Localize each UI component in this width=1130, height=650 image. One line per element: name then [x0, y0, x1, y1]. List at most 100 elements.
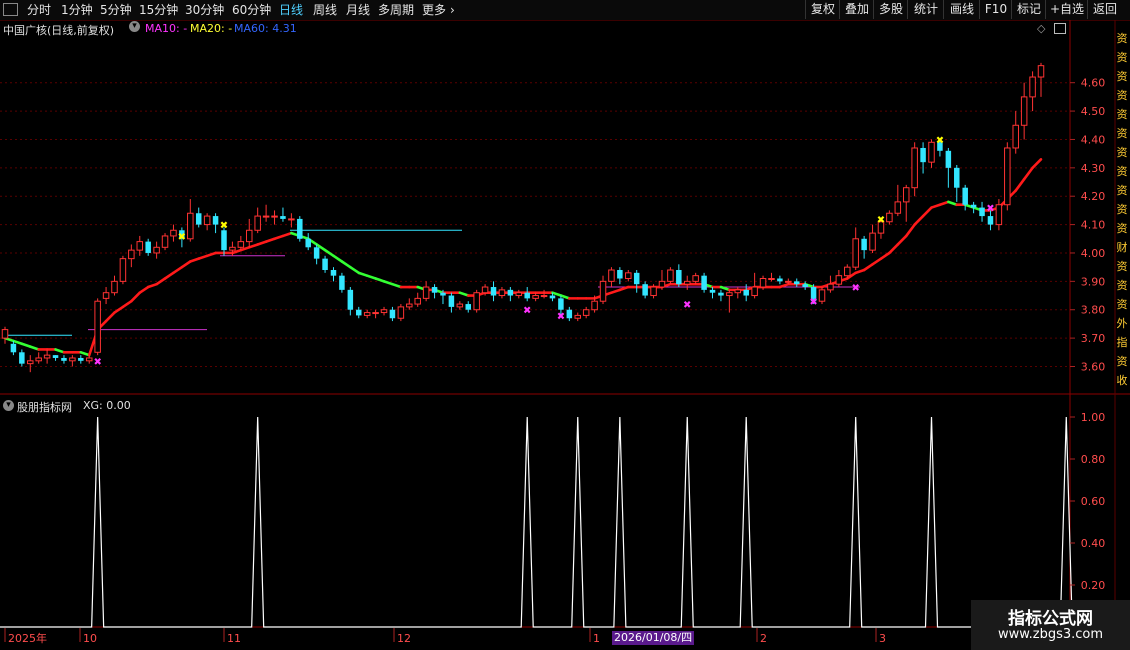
- ma-segment: [913, 214, 925, 226]
- panel-icon[interactable]: [3, 3, 18, 16]
- candle-body-down: [566, 309, 573, 319]
- period-tab-60min[interactable]: 60分钟: [232, 2, 271, 18]
- side-info-char: 资: [1117, 165, 1128, 178]
- candle-body-down: [280, 216, 286, 219]
- xg-indicator: [0, 416, 1073, 628]
- side-info-char: 资: [1117, 298, 1128, 311]
- candle-body-up: [515, 292, 523, 297]
- price-axis: 4.60 4.50 4.40 4.30 4.20 4.10 4.00 3.90 3.80 3.70…: [1070, 77, 1106, 373]
- candle-body-up: [262, 215, 270, 218]
- signal-cross-marker: ✖: [93, 357, 101, 368]
- price-tick-label: 4.30: [1081, 162, 1106, 175]
- candle-body-up: [229, 246, 236, 251]
- candle-body-up: [1037, 65, 1045, 78]
- candle-body-down: [793, 281, 800, 285]
- stats-button[interactable]: 统计: [907, 0, 944, 19]
- signal-cross-marker: ✖: [809, 297, 817, 308]
- price-tick-label: 4.20: [1081, 190, 1106, 203]
- candle-body-up: [271, 215, 278, 218]
- price-tick-label: 3.70: [1081, 332, 1106, 345]
- candle-body-up: [170, 229, 177, 237]
- candle-body-down: [743, 289, 749, 296]
- signal-cross-marker: ✖: [220, 221, 228, 232]
- multi-stock-button[interactable]: 多股: [873, 0, 908, 19]
- candle-body-up: [69, 357, 76, 362]
- period-tab-1min[interactable]: 1分钟: [61, 2, 93, 18]
- candle-body-up: [246, 229, 253, 243]
- candle-body-down: [10, 343, 17, 353]
- ma-segment: [391, 282, 403, 289]
- ma-segment: [458, 291, 470, 297]
- candle-body-up: [254, 215, 261, 231]
- candle-body-up: [844, 266, 851, 277]
- indicator-tick-label: 0.60: [1081, 495, 1106, 508]
- candle-body-up: [692, 275, 699, 282]
- candle-body-up: [852, 238, 859, 268]
- candle-body-down: [676, 270, 682, 285]
- candle-body-up: [161, 235, 169, 248]
- ma-segment: [947, 200, 959, 207]
- candle-body-down: [195, 213, 202, 225]
- indicator-settings-icon[interactable]: ▾: [3, 400, 14, 411]
- back-button[interactable]: 返回: [1087, 0, 1122, 19]
- candle-body-up: [683, 280, 691, 285]
- ma-segment: [896, 234, 908, 246]
- period-tab-more[interactable]: 更多: [422, 2, 446, 18]
- fuquan-button[interactable]: 复权: [805, 0, 840, 19]
- price-tick-label: 4.60: [1081, 77, 1106, 90]
- overlay-button[interactable]: 叠加: [839, 0, 874, 19]
- period-tab-15min[interactable]: 15分钟: [139, 2, 178, 18]
- ma-segment: [854, 268, 866, 275]
- period-tab-5min[interactable]: 5分钟: [100, 2, 132, 18]
- window-toggle-icon[interactable]: [1054, 23, 1066, 34]
- candle-body-up: [540, 295, 548, 298]
- candle-body-down: [633, 272, 640, 285]
- ma-line: [3, 158, 1043, 357]
- settings-circle-icon[interactable]: ▾: [129, 21, 140, 32]
- candle-body-up: [759, 278, 767, 288]
- candle-body-up: [102, 292, 110, 299]
- indicator-tick-label: 0.40: [1081, 537, 1106, 550]
- period-tab-daily[interactable]: 日线: [279, 2, 303, 18]
- side-info-char: 资: [1117, 70, 1128, 83]
- period-tab-30min[interactable]: 30分钟: [185, 2, 224, 18]
- period-tab-weekly[interactable]: 周线: [313, 2, 337, 18]
- signal-markers: ✖ ✖ ✖ ✖ ✖ ✖ ✖ ✖ ✖ ✖ ✖: [93, 135, 994, 367]
- candle-body-up: [599, 280, 607, 302]
- candle-body-up: [625, 272, 632, 280]
- signal-cross-marker: ✖: [852, 283, 860, 294]
- candle-body-up: [35, 357, 42, 362]
- date-tick-label: 1: [593, 632, 600, 645]
- side-info-char: 资: [1117, 355, 1128, 368]
- diamond-icon[interactable]: ◇: [1037, 22, 1045, 35]
- price-tick-label: 4.10: [1081, 219, 1106, 232]
- add-watchlist-button[interactable]: +自选: [1045, 0, 1088, 19]
- kline-chart[interactable]: ✖ ✖ ✖ ✖ ✖ ✖ ✖ ✖ ✖ ✖ ✖ 4.60 4.50 4.40 4.30 4.20 4.10 4.00…: [0, 20, 1130, 650]
- candle-body-up: [111, 280, 118, 294]
- draw-line-button[interactable]: 画线: [943, 0, 980, 19]
- candle-body-down: [356, 309, 362, 316]
- candle-body-down: [507, 289, 514, 296]
- candle-body-up: [1012, 124, 1019, 149]
- ma10-label: MA10: -: [145, 22, 188, 35]
- signal-cross-marker: ✖: [683, 300, 691, 311]
- f10-button[interactable]: F10: [979, 0, 1012, 19]
- candle-body-up: [372, 312, 379, 315]
- candle-body-down: [61, 357, 67, 361]
- mark-button[interactable]: 标记: [1011, 0, 1046, 19]
- ma-segment: [189, 257, 201, 263]
- period-tab-monthly[interactable]: 月线: [346, 2, 370, 18]
- side-info-char: 外: [1117, 317, 1128, 330]
- ma-segment: [247, 243, 259, 249]
- ma-segment: [264, 237, 276, 243]
- period-tab-fenshi[interactable]: 分时: [27, 2, 51, 18]
- candle-body-up: [380, 309, 388, 314]
- xg-value-label: XG: 0.00: [83, 399, 131, 412]
- watermark-url: www.zbgs3.com: [997, 627, 1104, 642]
- side-info-char: 资: [1117, 127, 1128, 140]
- candle-body-down: [718, 292, 724, 296]
- period-tab-multi[interactable]: 多周期: [378, 2, 414, 18]
- ma-segment: [256, 240, 268, 246]
- candle-body-down: [490, 287, 497, 296]
- candle-body-up: [128, 249, 135, 260]
